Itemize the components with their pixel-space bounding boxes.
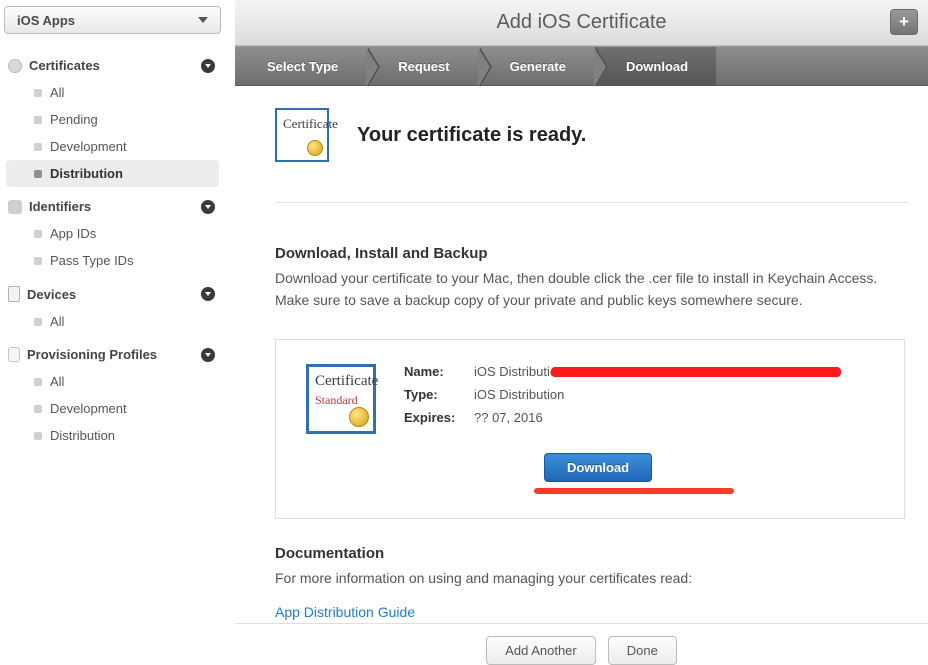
sidebar-item-certificates-pending[interactable]: Pending — [6, 106, 219, 133]
cert-type-value: iOS Distribution — [474, 387, 564, 402]
download-section-text: Download your certificate to your Mac, t… — [275, 268, 895, 311]
step-label: Generate — [510, 59, 566, 74]
sidebar-item-profiles-all[interactable]: All — [6, 368, 219, 395]
device-icon — [8, 286, 20, 302]
app-distribution-guide-link[interactable]: App Distribution Guide — [275, 604, 415, 620]
sidebar-item-label: All — [50, 374, 64, 389]
cert-expires-label: Expires: — [404, 410, 474, 425]
documentation-title: Documentation — [275, 545, 908, 562]
sidebar-header-devices[interactable]: Devices — [0, 280, 225, 308]
app-selector-label: iOS Apps — [17, 13, 75, 28]
sidebar-section-profiles: Provisioning Profiles All Development Di… — [0, 341, 225, 449]
sidebar-title-profiles: Provisioning Profiles — [27, 347, 157, 362]
certificate-icon: Certificate — [275, 108, 329, 162]
bullet-icon — [34, 170, 42, 178]
documentation-text: For more information on using and managi… — [275, 568, 895, 590]
add-button[interactable]: + — [890, 9, 918, 35]
ready-heading: Your certificate is ready. — [357, 124, 586, 147]
sidebar-item-app-ids[interactable]: App IDs — [6, 220, 219, 247]
ready-row: Certificate Your certificate is ready. — [275, 108, 908, 203]
sidebar-item-label: All — [50, 85, 64, 100]
main-panel: Add iOS Certificate + Select Type Reques… — [235, 0, 928, 663]
bullet-icon — [34, 318, 42, 326]
sidebar-section-certificates: Certificates All Pending Development Dis… — [0, 52, 225, 187]
download-button[interactable]: Download — [544, 453, 652, 482]
bullet-icon — [34, 257, 42, 265]
redaction-mark — [534, 488, 734, 494]
page-title: Add iOS Certificate — [496, 11, 666, 34]
download-section-title: Download, Install and Backup — [275, 245, 908, 262]
sidebar-item-certificates-all[interactable]: All — [6, 79, 219, 106]
sidebar-header-identifiers[interactable]: Identifiers — [0, 193, 225, 220]
cert-row-type: Type: iOS Distribution — [404, 387, 874, 402]
done-button[interactable]: Done — [608, 636, 677, 665]
content-area: Certificate Your certificate is ready. D… — [235, 86, 928, 640]
step-generate[interactable]: Generate — [478, 47, 594, 85]
certificate-card: Certificate Standard Name: iOS Distribut… — [275, 339, 905, 519]
step-request[interactable]: Request — [366, 47, 477, 85]
bullet-icon — [34, 405, 42, 413]
step-label: Select Type — [267, 59, 338, 74]
disclosure-icon — [201, 200, 215, 214]
sidebar-item-label: Development — [50, 139, 127, 154]
step-label: Request — [398, 59, 449, 74]
certificate-badge-icon — [8, 59, 22, 73]
bullet-icon — [34, 116, 42, 124]
page-header: Add iOS Certificate + — [235, 0, 928, 46]
cert-expires-value: ?? 07, 2016 — [474, 410, 543, 425]
plus-icon: + — [899, 12, 909, 32]
sidebar-section-devices: Devices All — [0, 280, 225, 335]
bullet-icon — [34, 230, 42, 238]
profile-icon — [8, 347, 20, 362]
sidebar-header-certificates[interactable]: Certificates — [0, 52, 225, 79]
sidebar-item-profiles-distribution[interactable]: Distribution — [6, 422, 219, 449]
redaction-mark — [551, 367, 841, 377]
sidebar-item-label: Pass Type IDs — [50, 253, 134, 268]
cert-type-label: Type: — [404, 387, 474, 402]
sidebar-item-pass-type-ids[interactable]: Pass Type IDs — [6, 247, 219, 274]
sidebar-item-certificates-development[interactable]: Development — [6, 133, 219, 160]
add-another-button[interactable]: Add Another — [486, 636, 596, 665]
disclosure-icon — [201, 287, 215, 301]
cert-row-expires: Expires: ?? 07, 2016 — [404, 410, 874, 425]
bullet-icon — [34, 89, 42, 97]
sidebar-item-label: All — [50, 314, 64, 329]
sidebar-item-devices-all[interactable]: All — [6, 308, 219, 335]
sidebar-item-label: Development — [50, 401, 127, 416]
sidebar-header-profiles[interactable]: Provisioning Profiles — [0, 341, 225, 368]
step-label: Download — [626, 59, 688, 74]
cert-row-name: Name: iOS Distributio — [404, 364, 874, 379]
step-bar: Select Type Request Generate Download — [235, 46, 928, 86]
bullet-icon — [34, 378, 42, 386]
sidebar-item-label: Pending — [50, 112, 98, 127]
certificate-icon: Certificate Standard — [306, 364, 376, 434]
sidebar-item-label: Distribution — [50, 166, 123, 181]
disclosure-icon — [201, 59, 215, 73]
disclosure-icon — [201, 348, 215, 362]
sidebar-title-identifiers: Identifiers — [29, 199, 91, 214]
sidebar-section-identifiers: Identifiers App IDs Pass Type IDs — [0, 193, 225, 274]
bullet-icon — [34, 143, 42, 151]
app-selector-dropdown[interactable]: iOS Apps — [4, 6, 221, 34]
sidebar-item-label: Distribution — [50, 428, 115, 443]
certificate-details: Name: iOS Distributio Type: iOS Distribu… — [404, 364, 874, 494]
sidebar-item-certificates-distribution[interactable]: Distribution — [6, 160, 219, 187]
identifier-icon — [8, 200, 22, 214]
footer-buttons: Add Another Done — [235, 623, 928, 665]
chevron-down-icon — [198, 17, 208, 23]
cert-name-value: iOS Distributio — [474, 364, 557, 379]
bullet-icon — [34, 432, 42, 440]
sidebar: iOS Apps Certificates All Pending Develo… — [0, 0, 225, 663]
sidebar-title-certificates: Certificates — [29, 58, 100, 73]
sidebar-item-label: App IDs — [50, 226, 96, 241]
step-download[interactable]: Download — [594, 47, 716, 85]
sidebar-title-devices: Devices — [27, 287, 76, 302]
step-select-type[interactable]: Select Type — [235, 47, 366, 85]
cert-name-label: Name: — [404, 364, 474, 379]
sidebar-item-profiles-development[interactable]: Development — [6, 395, 219, 422]
